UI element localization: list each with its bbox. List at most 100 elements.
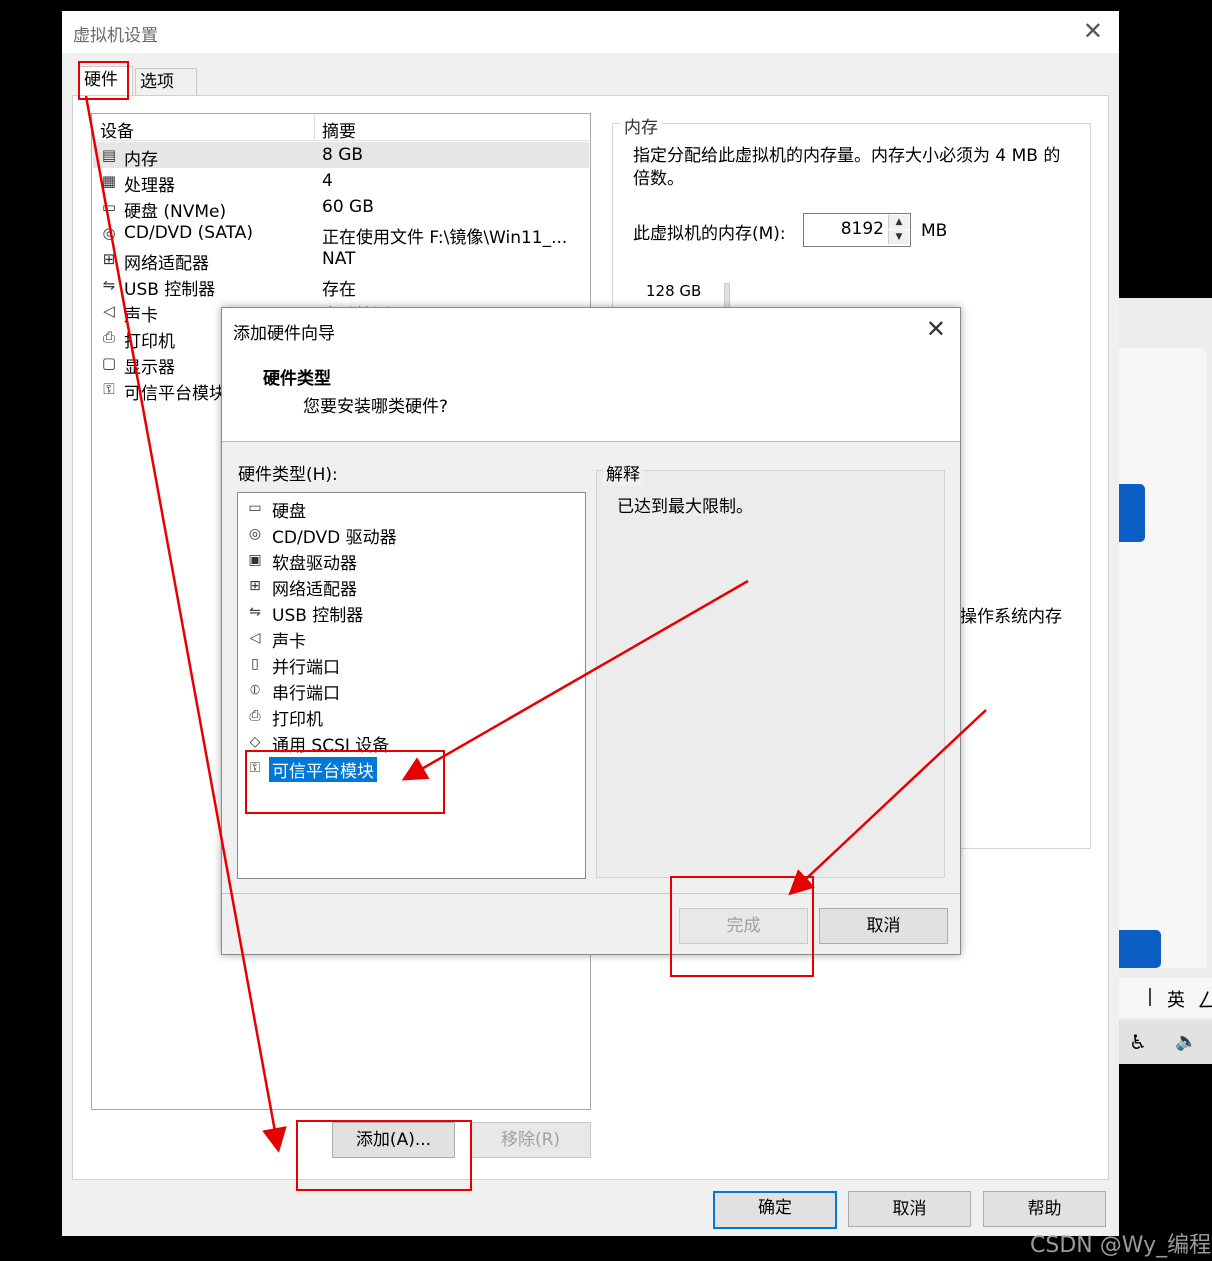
sound-icon: ◁ (249, 630, 261, 646)
printer-icon: ⎙ (102, 328, 115, 346)
accessibility-icon[interactable]: ♿ (1129, 1030, 1147, 1054)
annotation-box-tpm-item (245, 750, 445, 814)
spin-up-icon[interactable]: ▲ (888, 215, 909, 229)
device-row[interactable]: ▭ 硬盘 (NVMe) 60 GB (93, 194, 589, 222)
device-summary: 60 GB (322, 197, 374, 217)
device-name: 网络适配器 (124, 254, 209, 274)
background-window: 英 ㄥ ♿ 🔈 (1119, 298, 1212, 1064)
close-icon[interactable]: ✕ (1083, 17, 1103, 45)
hardware-type-label-text: 软盘驱动器 (272, 554, 357, 574)
memory-value[interactable]: 8192 (841, 219, 884, 239)
column-header-summary[interactable]: 摘要 (322, 117, 356, 142)
hardware-type-label-text: 声卡 (272, 632, 306, 652)
watermark: CSDN @Wy_编程 (1030, 1233, 1212, 1258)
explanation-text: 已达到最大限制。 (617, 497, 753, 517)
hardware-type-label-text: 网络适配器 (272, 580, 357, 600)
hardware-type-label: 硬件类型(H): (238, 465, 338, 485)
device-row[interactable]: ⊞ 网络适配器 NAT (93, 246, 589, 274)
hardware-type-label-text: CD/DVD 驱动器 (272, 528, 397, 548)
device-summary: 正在使用文件 F:\镜像\Win11_... (322, 228, 568, 248)
usb-icon: ⇋ (102, 276, 116, 294)
harddisk-icon: ▭ (101, 198, 117, 216)
cd-icon: ◎ (248, 526, 262, 542)
explanation-group: 解释 (596, 460, 945, 878)
device-row[interactable]: ◎ CD/DVD (SATA) 正在使用文件 F:\镜像\Win11_... (93, 220, 589, 248)
background-blue-button[interactable] (1119, 484, 1145, 542)
memory-group-label: 内存 (620, 113, 662, 138)
device-row[interactable]: ▤ 内存 8 GB (93, 142, 589, 170)
wizard-close-icon[interactable]: ✕ (926, 315, 946, 343)
spin-down-icon[interactable]: ▼ (888, 230, 909, 244)
hardware-type-label-text: 硬盘 (272, 502, 306, 522)
window-title: 虚拟机设置 (73, 26, 158, 46)
parallel-port-icon: ▯ (251, 656, 259, 672)
column-header-device[interactable]: 设备 (100, 117, 134, 142)
device-name: 内存 (124, 150, 158, 170)
device-row[interactable]: ▦ 处理器 4 (93, 168, 589, 196)
column-divider[interactable] (314, 114, 315, 140)
tab-options[interactable]: 选项 (135, 68, 197, 96)
annotation-box-finish-button (670, 876, 814, 977)
background-blue-button-2[interactable] (1119, 930, 1161, 968)
memory-spinbox[interactable]: 8192 ▲ ▼ (803, 213, 911, 247)
wizard-divider (222, 893, 960, 894)
memory-field-label: 此虚拟机的内存(M): (633, 224, 786, 244)
cancel-button[interactable]: 取消 (848, 1191, 971, 1227)
ime-language-label[interactable]: 英 (1167, 986, 1185, 1012)
memory-icon: ▤ (101, 146, 117, 164)
annotation-box-hardware-tab (78, 61, 129, 100)
wizard-title: 添加硬件向导 (233, 324, 335, 344)
explanation-label: 解释 (603, 460, 643, 485)
wizard-cancel-button[interactable]: 取消 (819, 908, 948, 944)
sound-icon: ◁ (103, 302, 115, 320)
ime-mode-icon[interactable]: ㄥ (1197, 984, 1212, 1013)
cpu-icon: ▦ (101, 172, 117, 190)
wizard-header: 添加硬件向导 ✕ 硬件类型 您要安装哪类硬件? (222, 308, 960, 442)
ok-button[interactable]: 确定 (713, 1191, 837, 1229)
hardware-type-list[interactable]: ▭ 硬盘 ◎ CD/DVD 驱动器 ▣ 软盘驱动器 ⊞ 网络适配器 ⇋ USB 控制器 ◁ 声卡 ▯ 并行… (237, 492, 586, 879)
hardware-type-label-text: USB 控制器 (272, 606, 364, 626)
device-name: 可信平台模块 (124, 384, 226, 404)
memory-unit: MB (921, 221, 948, 241)
ime-separator (1149, 988, 1151, 1006)
help-button[interactable]: 帮助 (983, 1191, 1106, 1227)
remove-hardware-button[interactable]: 移除(R) (470, 1122, 591, 1158)
hardware-type-label-text: 并行端口 (272, 658, 340, 678)
tpm-icon: ⚿ (103, 380, 115, 398)
serial-port-icon: ⦶ (249, 682, 261, 698)
scsi-icon: ◇ (249, 734, 261, 750)
network-icon: ⊞ (249, 578, 261, 594)
device-name: 硬盘 (NVMe) (124, 202, 227, 222)
display-icon: ▢ (101, 354, 117, 372)
add-hardware-wizard: 添加硬件向导 ✕ 硬件类型 您要安装哪类硬件? 硬件类型(H): ▭ 硬盘 ◎ CD/… (221, 307, 961, 955)
device-name: 显示器 (124, 358, 175, 378)
hardware-type-label-text: 串行端口 (272, 684, 340, 704)
device-summary: 4 (322, 171, 333, 191)
title-bar: 虚拟机设置 ✕ (62, 11, 1119, 53)
background-panel (1119, 348, 1207, 968)
device-summary: 8 GB (322, 145, 364, 165)
device-name: 声卡 (124, 306, 158, 326)
floppy-icon: ▣ (248, 552, 262, 568)
cd-icon: ◎ (102, 224, 116, 242)
harddisk-icon: ▭ (248, 500, 262, 516)
device-name: 处理器 (124, 176, 175, 196)
hardware-type-label-text: 打印机 (272, 710, 323, 730)
os-memory-partial-text: 操作系统内存 (960, 607, 1062, 627)
device-list-header: 设备 摘要 (92, 114, 590, 142)
device-summary: NAT (322, 249, 356, 269)
device-name: CD/DVD (SATA) (124, 223, 253, 243)
device-name: USB 控制器 (124, 280, 216, 300)
usb-icon: ⇋ (249, 604, 261, 620)
volume-icon[interactable]: 🔈 (1175, 1031, 1197, 1052)
slider-max-label: 128 GB (646, 282, 702, 300)
wizard-heading: 硬件类型 (263, 369, 331, 389)
memory-description: 指定分配给此虚拟机的内存量。内存大小必须为 4 MB 的倍数。 (633, 146, 1061, 189)
ime-bar: 英 ㄥ (1119, 978, 1212, 1018)
device-row[interactable]: ⇋ USB 控制器 存在 (93, 272, 589, 300)
system-tray: ♿ 🔈 (1119, 1020, 1212, 1064)
wizard-subheading: 您要安装哪类硬件? (303, 397, 449, 417)
annotation-box-add-button (296, 1120, 472, 1191)
network-icon: ⊞ (102, 250, 116, 268)
printer-icon: ⎙ (249, 708, 261, 724)
